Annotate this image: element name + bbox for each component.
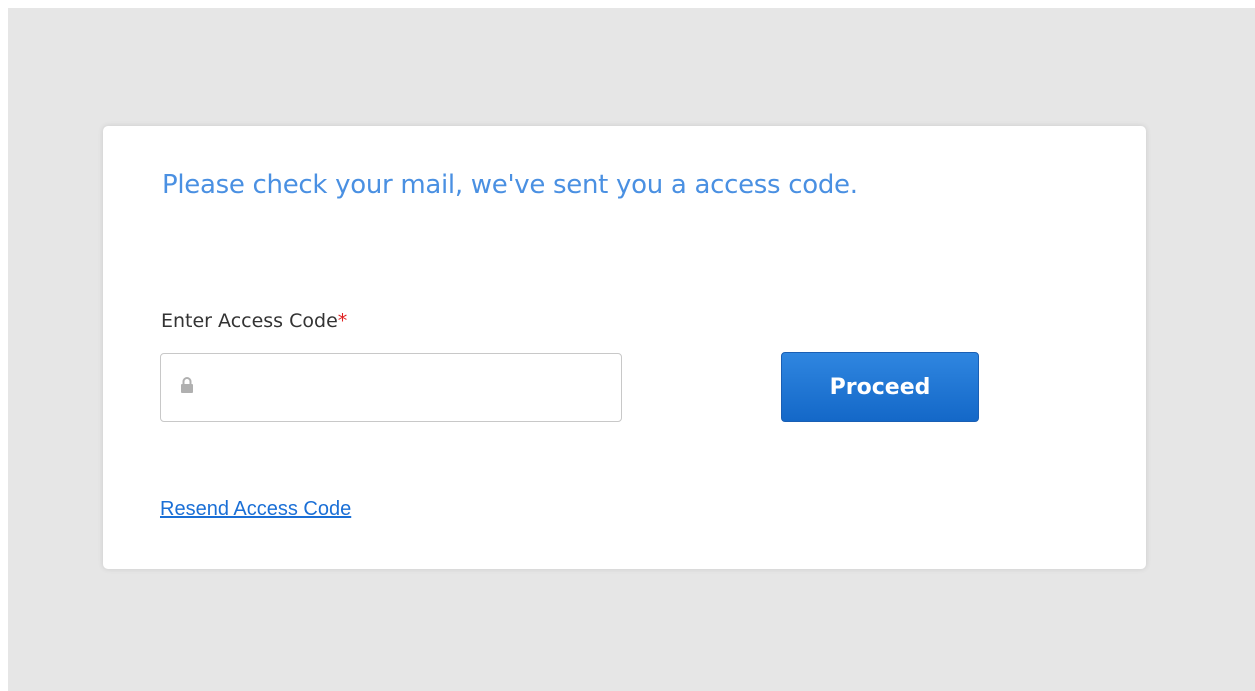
access-code-input[interactable] — [206, 354, 611, 421]
access-code-card: Please check your mail, we've sent you a… — [103, 126, 1146, 569]
lock-icon — [181, 377, 193, 393]
required-asterisk: * — [337, 310, 348, 332]
resend-access-code-link[interactable]: Resend Access Code — [160, 498, 351, 521]
access-code-field[interactable] — [160, 353, 622, 422]
access-code-label: Enter Access Code* — [161, 310, 347, 332]
page-title: Please check your mail, we've sent you a… — [162, 170, 858, 200]
access-code-label-text: Enter Access Code — [161, 310, 338, 332]
proceed-button[interactable]: Proceed — [781, 352, 979, 422]
